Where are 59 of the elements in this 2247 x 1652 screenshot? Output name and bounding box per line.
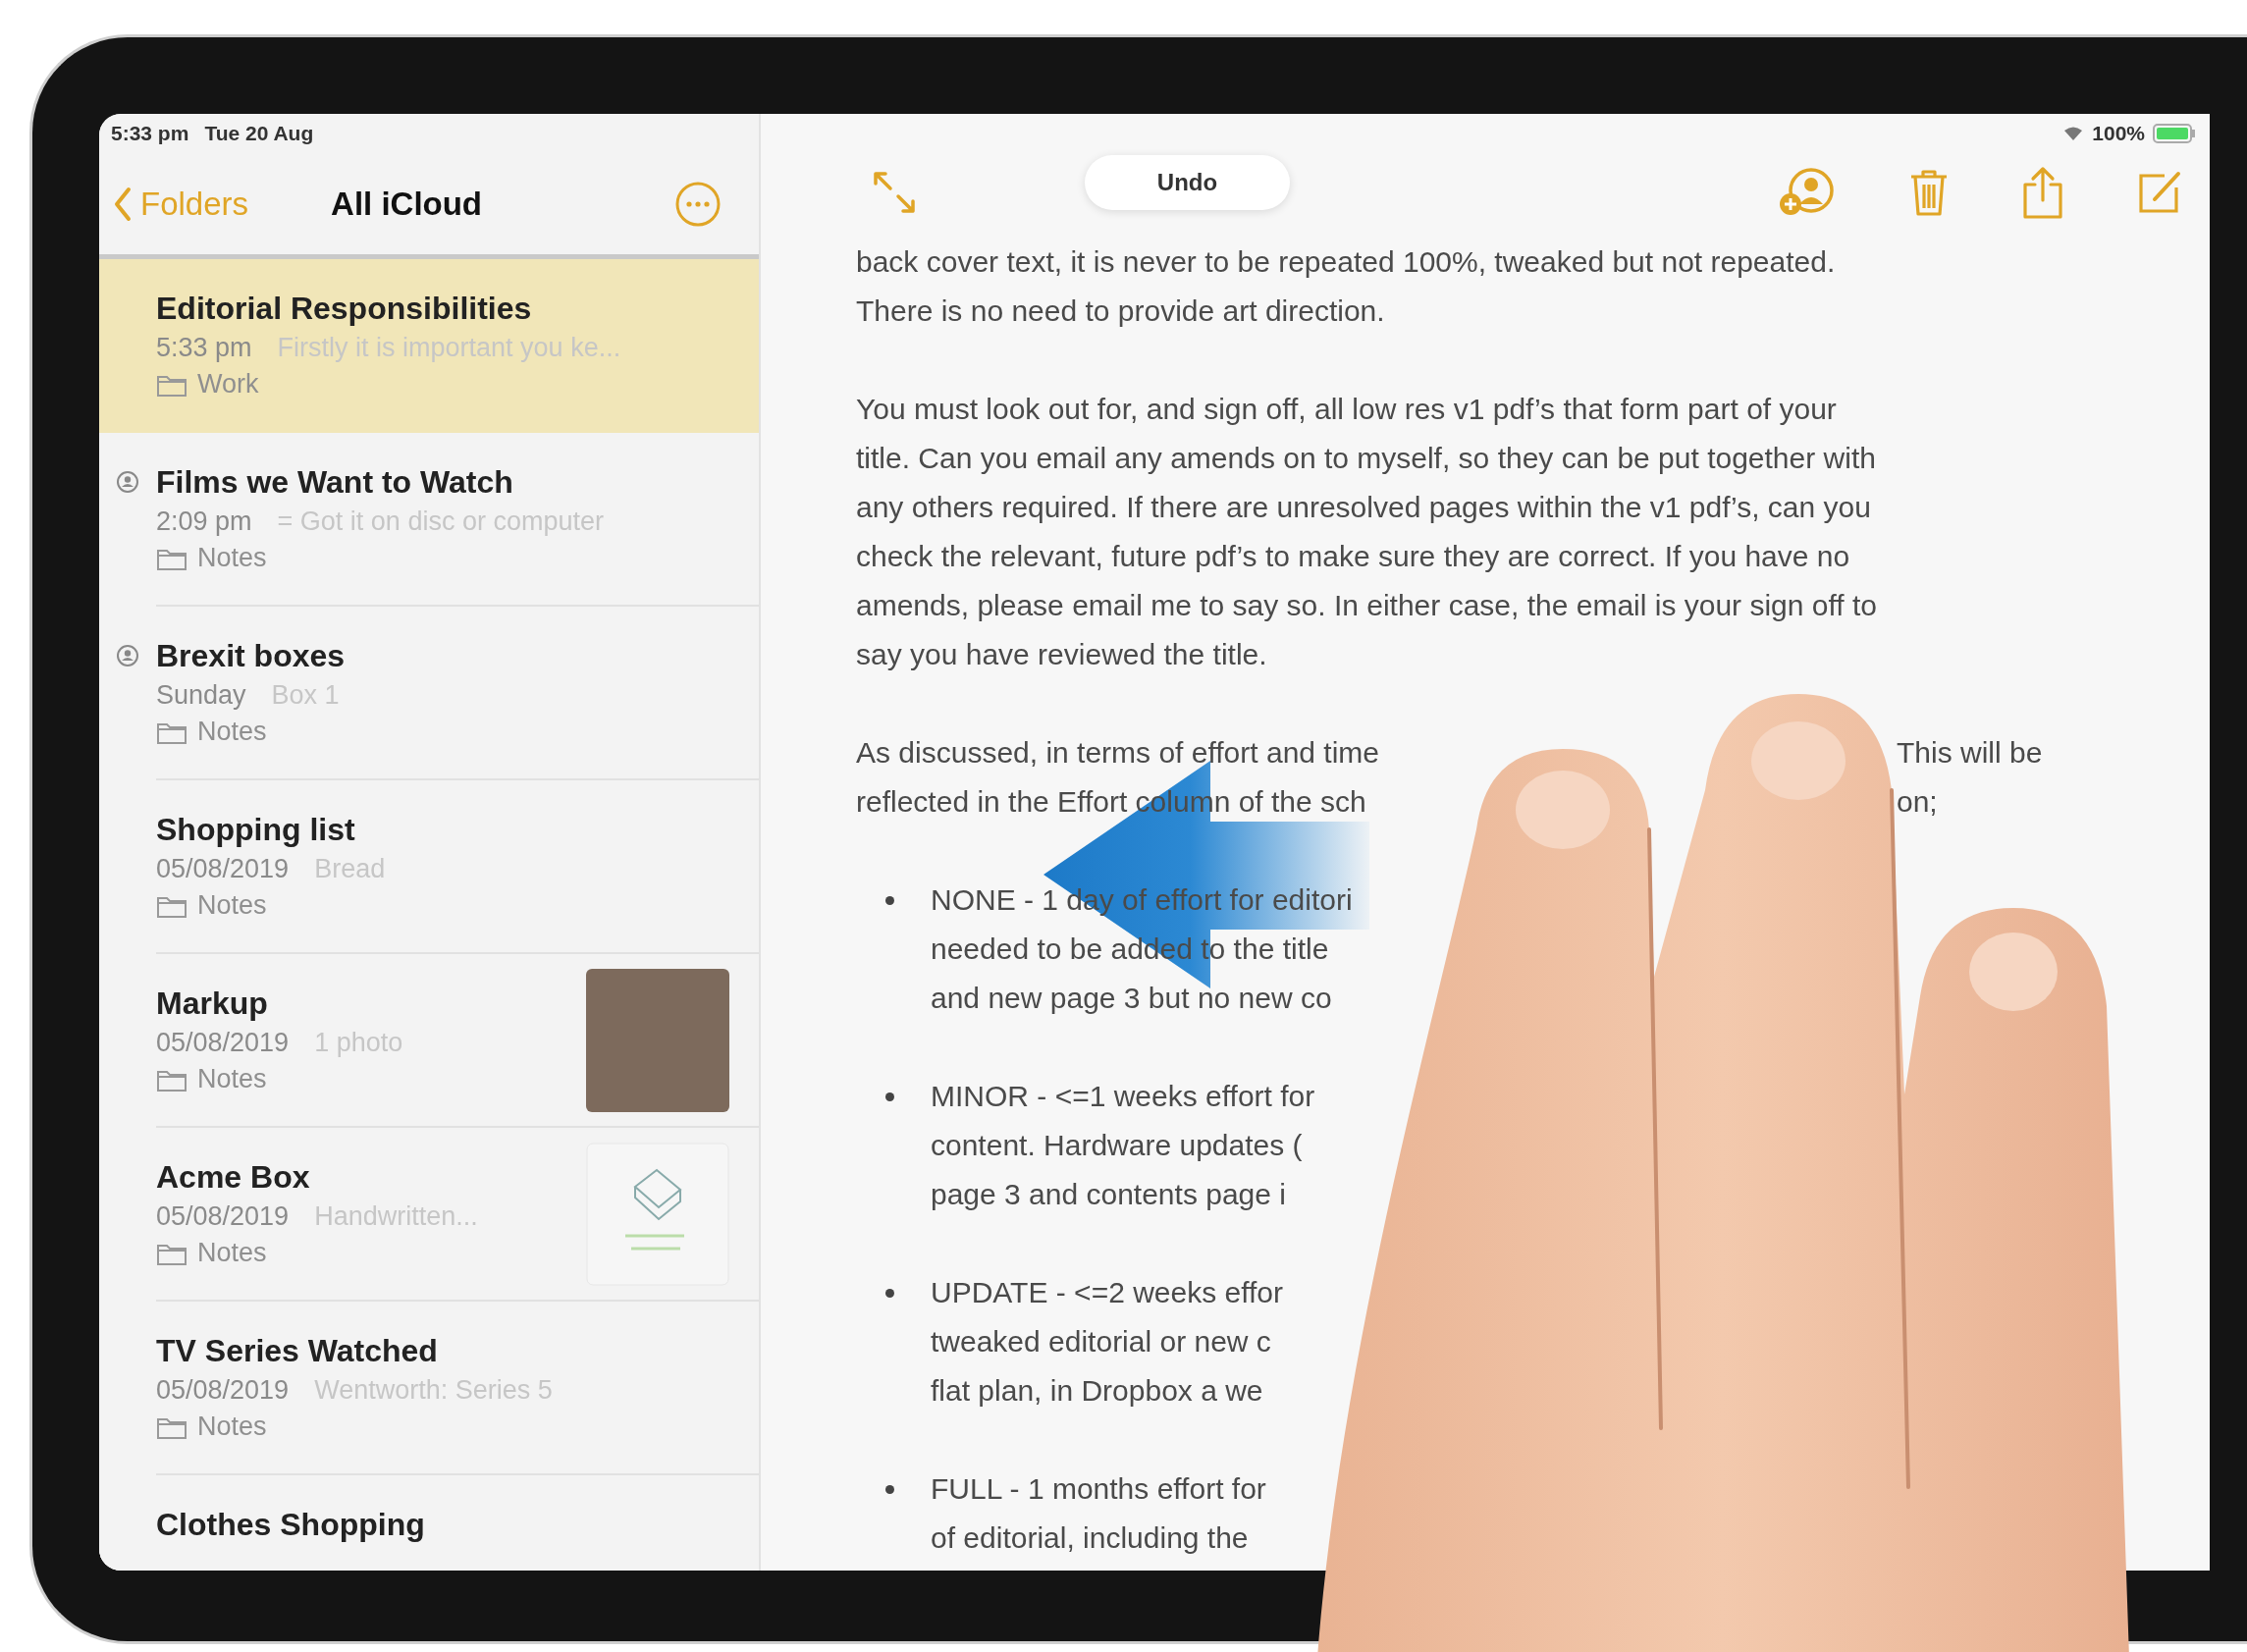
note-text-line: You must look out for, and sign off, all low res v1 pdf’s that form part of your [856, 393, 1837, 426]
note-title: Acme Box [156, 1159, 311, 1196]
battery-icon [2153, 124, 2196, 143]
note-text-line: any others required. If there are unresolved pages within the v1 pdf’s, can you [856, 491, 1871, 524]
wifi-icon [2062, 125, 2085, 142]
list-title: All iCloud [331, 185, 483, 223]
note-text-fragment: on; [1897, 785, 1938, 819]
chevron-left-icon [113, 186, 133, 222]
note-date: 05/08/2019 [156, 1375, 290, 1406]
folder-name: Notes [197, 1238, 267, 1268]
note-text-line: content. Hardware updates ( [931, 1129, 1303, 1162]
note-text-line: flat plan, in Dropbox a we [931, 1374, 1263, 1408]
note-text-line: page 3 and contents page i [931, 1178, 1286, 1211]
status-date: Tue 20 Aug [204, 122, 314, 145]
folder-name: Notes [197, 1412, 267, 1442]
note-date: 2:09 pm [156, 506, 252, 537]
more-icon[interactable] [674, 180, 722, 228]
note-text-line: say you have reviewed the title. [856, 638, 1267, 671]
undo-button[interactable]: Undo [1085, 155, 1290, 210]
note-text-line: FULL - 1 months effort for [931, 1472, 1266, 1506]
expand-icon[interactable] [871, 169, 918, 216]
note-date: 05/08/2019 [156, 1201, 290, 1232]
status-time: 5:33 pm [111, 122, 189, 145]
note-text-line: tweaked editorial or new c [931, 1325, 1271, 1359]
folder-name: Work [197, 369, 259, 400]
sketch-thumbnail-icon [586, 1142, 729, 1286]
folder-name: Notes [197, 890, 267, 921]
note-title: Markup [156, 986, 269, 1022]
note-text-line: check the relevant, future pdf’s to make sure they are correct. If you have no [856, 540, 1850, 573]
note-title: Shopping list [156, 812, 356, 848]
note-date: 5:33 pm [156, 333, 252, 363]
note-text-line: of editorial, including the [931, 1521, 1249, 1555]
note-title: Editorial Responsibilities [156, 291, 533, 327]
folder-name: Notes [197, 717, 267, 747]
bullet-icon [885, 1092, 894, 1101]
note-date: 05/08/2019 [156, 854, 290, 884]
folder-name: Notes [197, 1064, 267, 1094]
note-title: Clothes Shopping [156, 1507, 426, 1543]
note-text-line: title. Can you email any amends on to myself, so they can be put together with [856, 442, 1876, 475]
note-title: Brexit boxes [156, 638, 347, 674]
note-text-line: There is no need to provide art direction. [856, 294, 1385, 328]
bullet-icon [885, 1289, 894, 1298]
note-text-fragment: This will be [1897, 736, 2043, 770]
note-text-line: MINOR - <=1 weeks effort for [931, 1080, 1315, 1113]
add-person-icon[interactable] [1778, 167, 1837, 218]
note-text-line: amends, please email me to say so. In either case, the email is your sign off to [856, 589, 1877, 622]
note-title: Films we Want to Watch [156, 464, 514, 501]
note-date: 05/08/2019 [156, 1028, 290, 1058]
note-text-line: back cover text, it is never to be repeated 100%, tweaked but not repeated. [856, 245, 1836, 279]
note-text-line: As discussed, in terms of effort and time [856, 736, 1379, 770]
bullet-icon [885, 1485, 894, 1494]
note-text-line: UPDATE - <=2 weeks effor [931, 1276, 1284, 1309]
battery-percent: 100% [2092, 122, 2145, 145]
note-text-line: and new page 3 but no new co [931, 982, 1332, 1015]
folder-name: Notes [197, 543, 267, 573]
share-icon[interactable] [2021, 165, 2064, 220]
bullet-icon [885, 896, 894, 905]
note-date: Sunday [156, 680, 246, 711]
note-title: TV Series Watched [156, 1333, 439, 1369]
